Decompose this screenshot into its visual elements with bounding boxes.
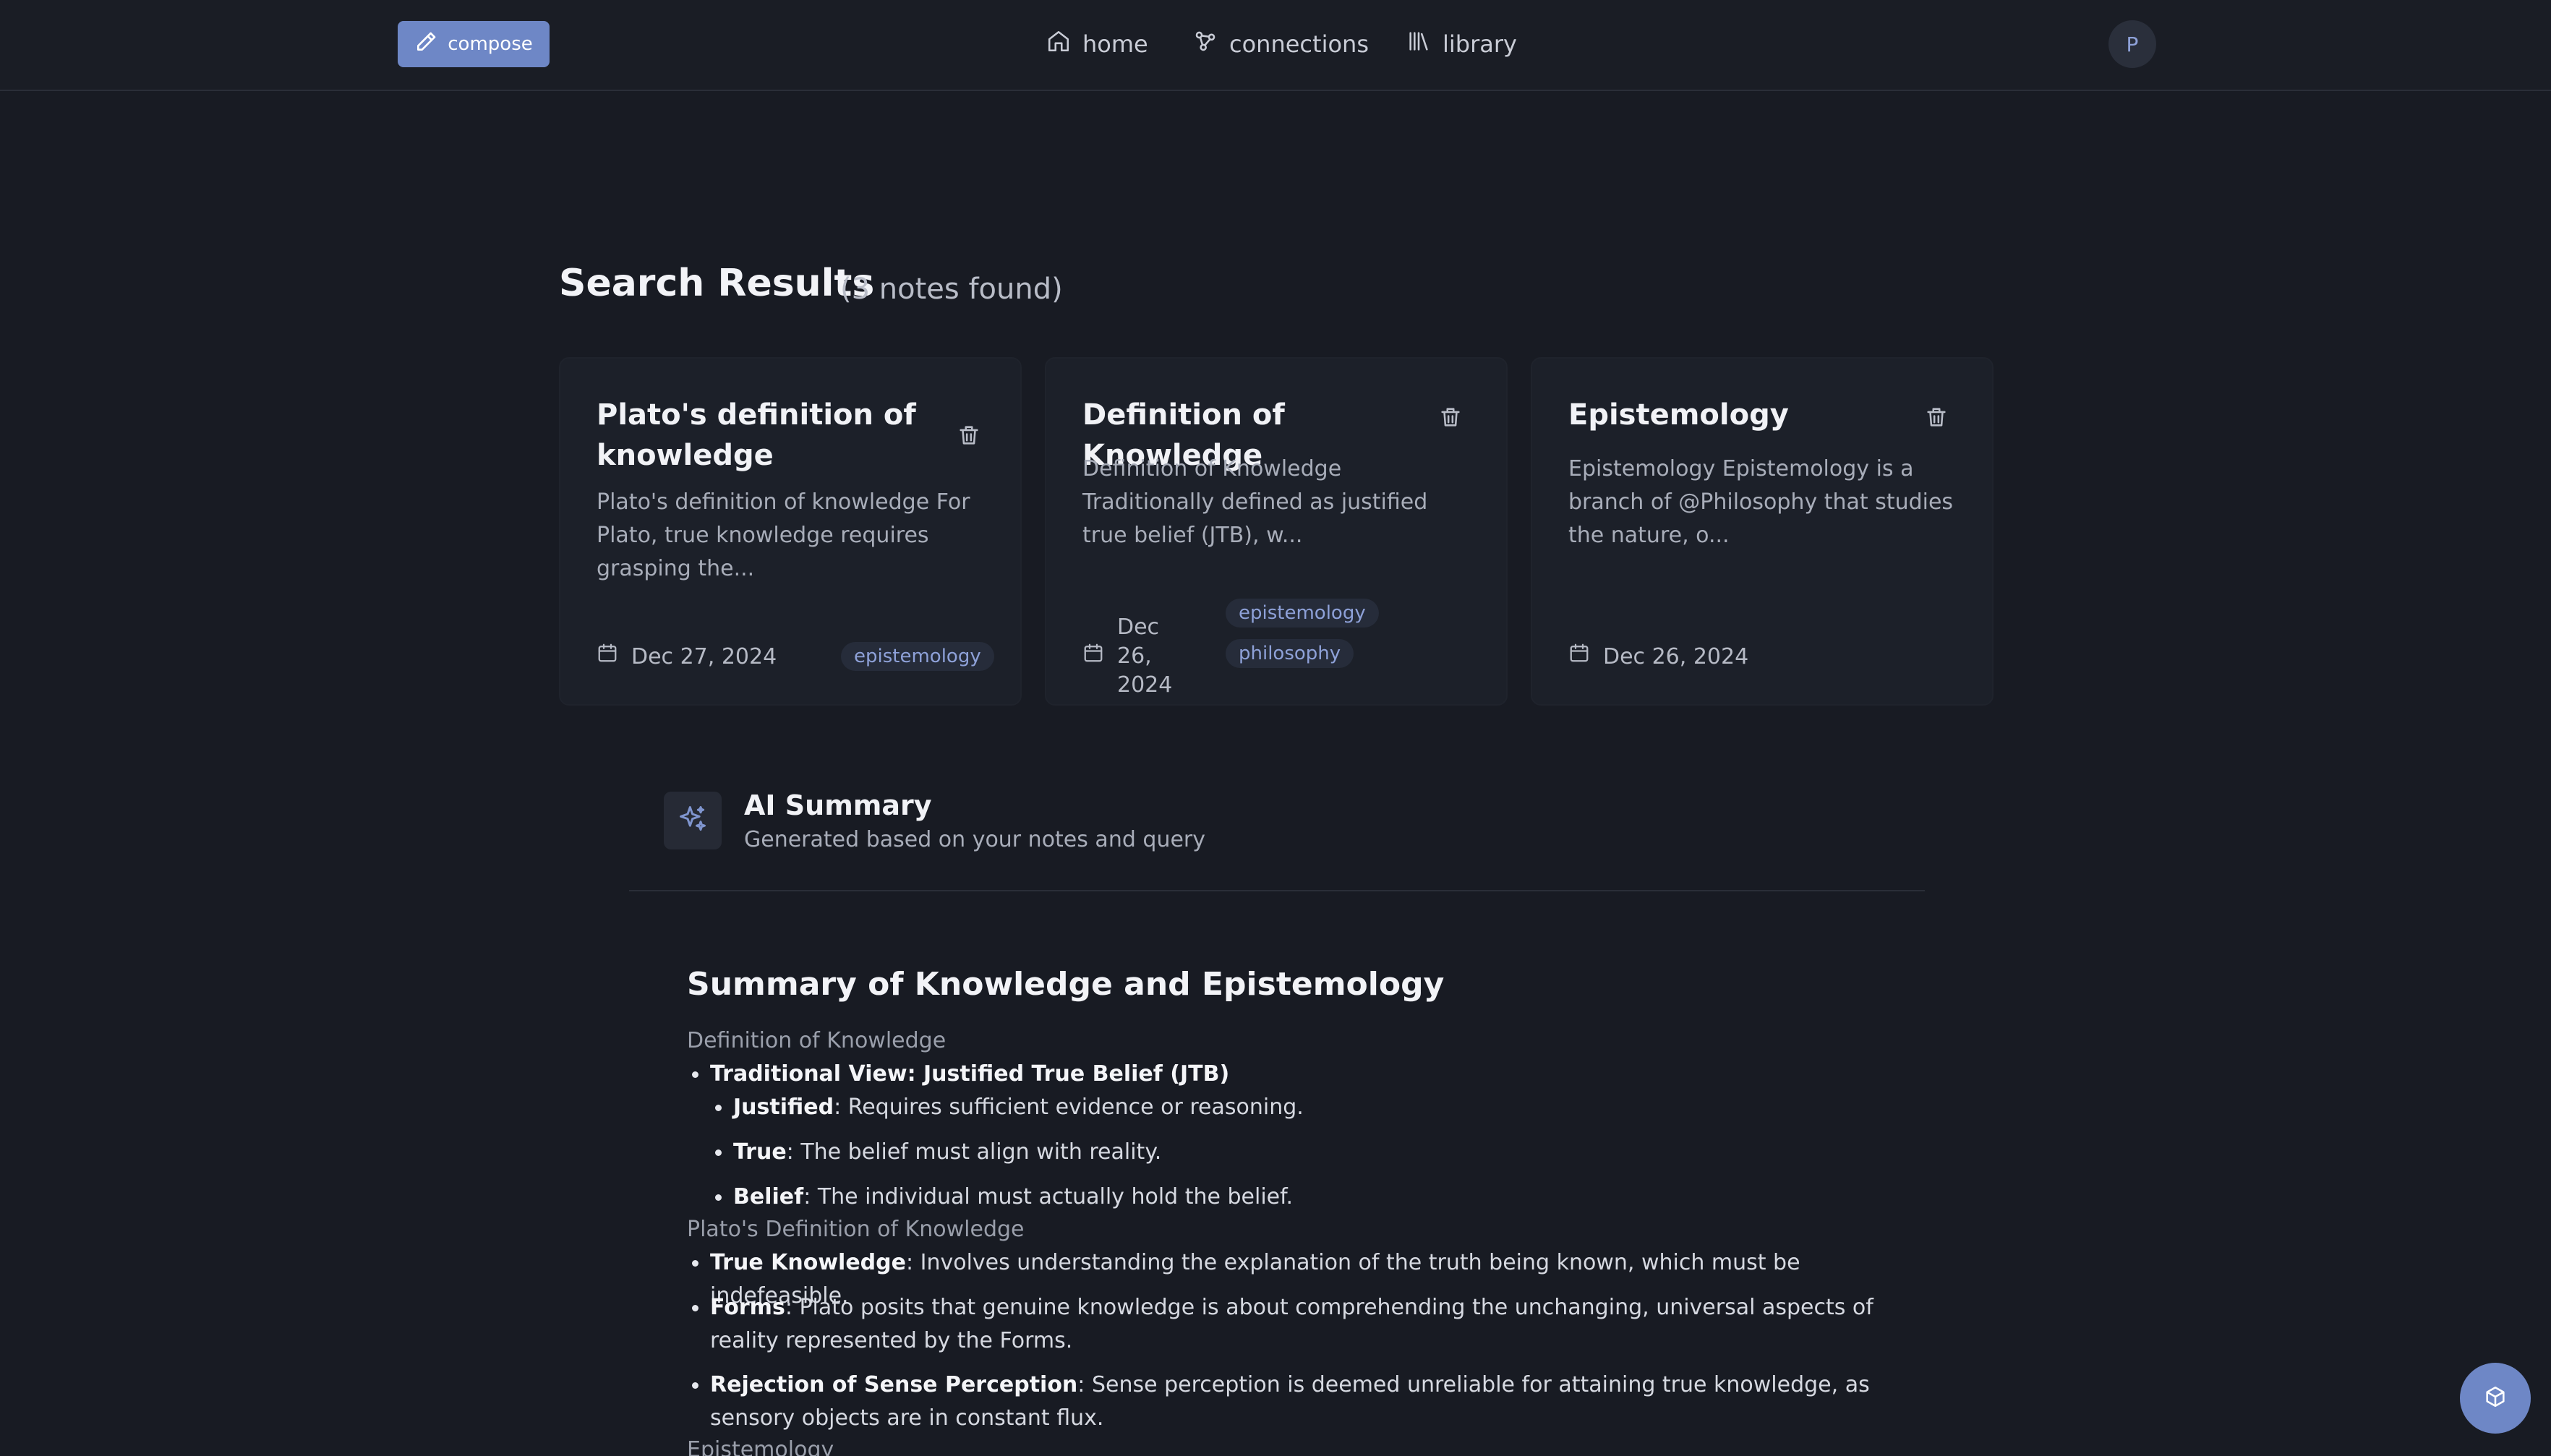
bullet xyxy=(715,1149,722,1156)
home-icon xyxy=(1046,29,1071,59)
tag-epistemology[interactable]: epistemology xyxy=(1226,599,1379,628)
note-card-date-text: Dec 26, 2024 xyxy=(1117,614,1173,698)
calendar-icon xyxy=(1082,642,1104,672)
note-card[interactable]: Epistemology Epistemology Epistemology i… xyxy=(1531,357,1994,706)
ai-summary-title: AI Summary xyxy=(744,789,932,821)
sparkles-icon xyxy=(677,803,709,838)
note-card-date: Dec 26, 2024 xyxy=(1082,613,1198,700)
nav-home[interactable]: home xyxy=(1046,22,1148,67)
tag-epistemology[interactable]: epistemology xyxy=(841,642,994,671)
nav-connections[interactable]: connections xyxy=(1193,22,1369,67)
floating-action-button[interactable] xyxy=(2460,1363,2531,1434)
list-item: True: The belief must align with reality… xyxy=(733,1139,1162,1165)
note-card-date: Dec 26, 2024 xyxy=(1568,642,1748,672)
trash-icon[interactable] xyxy=(1924,405,1949,429)
note-card[interactable]: Plato's definition of knowledge Plato's … xyxy=(559,357,1022,706)
list-item: Justified: Requires sufficient evidence … xyxy=(733,1095,1304,1120)
note-card-date-text: Dec 27, 2024 xyxy=(631,643,777,669)
nav-home-label: home xyxy=(1082,30,1148,58)
trash-icon[interactable] xyxy=(957,423,981,447)
results-count: (3 notes found) xyxy=(840,273,1063,306)
summary-heading: Summary of Knowledge and Epistemology xyxy=(687,966,1445,1003)
trash-icon[interactable] xyxy=(1438,405,1463,429)
top-navigation-bar: compose home connections library P xyxy=(0,0,2551,91)
list-item: Forms: Plato posits that genuine knowled… xyxy=(710,1295,1873,1353)
divider xyxy=(629,890,1925,891)
cube-icon xyxy=(2483,1384,2508,1412)
list-item: Traditional View: Justified True Belief … xyxy=(710,1061,1230,1087)
summary-section-title: Plato's Definition of Knowledge xyxy=(687,1217,1025,1242)
ai-summary-subtitle: Generated based on your notes and query xyxy=(744,827,1206,852)
library-icon xyxy=(1406,29,1431,59)
compose-button[interactable]: compose xyxy=(398,21,550,67)
network-icon xyxy=(1193,29,1218,59)
note-card[interactable]: Definition of Knowledge Definition of Kn… xyxy=(1045,357,1508,706)
bullet xyxy=(715,1105,722,1111)
note-card-title: Plato's definition of knowledge xyxy=(597,398,916,472)
bullet xyxy=(692,1382,698,1389)
summary-section-title: Definition of Knowledge xyxy=(687,1028,947,1053)
avatar[interactable]: P xyxy=(2108,20,2156,68)
bullet xyxy=(692,1071,698,1078)
summary-section-title: Epistemology xyxy=(687,1437,834,1456)
nav-library-label: library xyxy=(1443,30,1517,58)
page-title: Search Results xyxy=(559,262,875,305)
compose-label: compose xyxy=(448,33,533,55)
bullet xyxy=(715,1194,722,1201)
tag-philosophy[interactable]: philosophy xyxy=(1226,639,1354,668)
list-item: Belief: The individual must actually hol… xyxy=(733,1184,1294,1209)
pencil-icon xyxy=(414,30,437,59)
bullet xyxy=(692,1260,698,1267)
note-card-excerpt: Definition of Knowledge Traditionally de… xyxy=(1082,456,1428,548)
note-card-excerpt: Plato's definition of knowledge For Plat… xyxy=(597,489,970,581)
calendar-icon xyxy=(1568,642,1590,672)
nav-connections-label: connections xyxy=(1229,30,1369,58)
note-card-date-text: Dec 26, 2024 xyxy=(1603,643,1749,669)
note-card-date: Dec 27, 2024 xyxy=(597,642,777,672)
note-card-excerpt: Epistemology Epistemology is a branch of… xyxy=(1568,456,1954,548)
bullet xyxy=(692,1305,698,1311)
list-item: Rejection of Sense Perception: Sense per… xyxy=(710,1372,1870,1431)
ai-summary-icon-box xyxy=(664,792,722,849)
calendar-icon xyxy=(597,642,618,672)
nav-library[interactable]: library xyxy=(1406,22,1517,67)
note-card-title: Epistemology xyxy=(1568,398,1789,432)
